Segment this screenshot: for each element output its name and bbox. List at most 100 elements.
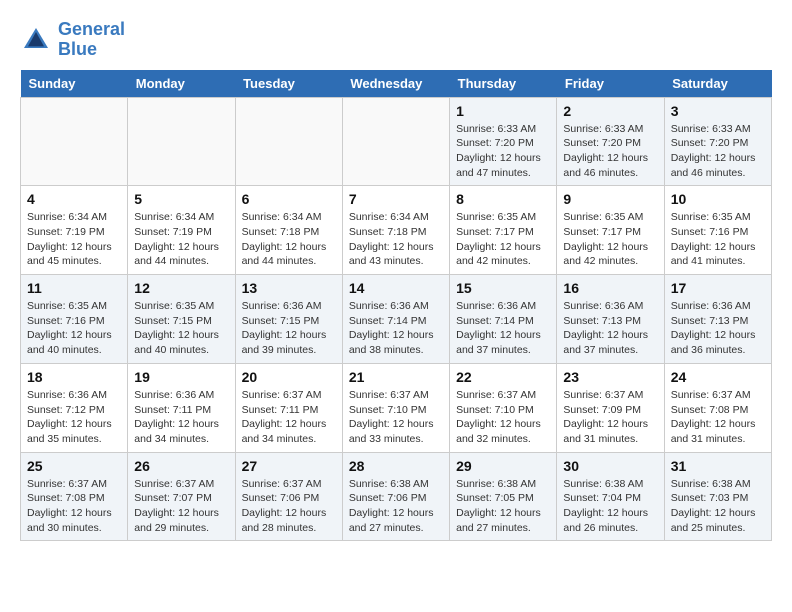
day-number: 31 bbox=[671, 458, 765, 474]
logo: General Blue bbox=[20, 20, 125, 60]
calendar-cell: 26 Sunrise: 6:37 AM Sunset: 7:07 PM Dayli… bbox=[128, 452, 235, 541]
day-info: Sunrise: 6:35 AM Sunset: 7:15 PM Dayligh… bbox=[134, 299, 228, 358]
day-info: Sunrise: 6:36 AM Sunset: 7:13 PM Dayligh… bbox=[563, 299, 657, 358]
calendar-cell: 19Sunrise: 6:36 AM Sunset: 7:11 PM Dayli… bbox=[128, 363, 235, 452]
day-number: 14 bbox=[349, 280, 443, 296]
day-info: Sunrise: 6:36 AM Sunset: 7:11 PM Dayligh… bbox=[134, 388, 228, 447]
day-number: 16 bbox=[563, 280, 657, 296]
day-info: Sunrise: 6:37 AM Sunset: 7:07 PM Dayligh… bbox=[134, 477, 228, 536]
col-header-wednesday: Wednesday bbox=[342, 70, 449, 98]
calendar-cell: 23 Sunrise: 6:37 AM Sunset: 7:09 PM Dayli… bbox=[557, 363, 664, 452]
calendar-week-row: 18 Sunrise: 6:36 AM Sunset: 7:12 PM Dayli… bbox=[21, 363, 772, 452]
day-info: Sunrise: 6:36 AM Sunset: 7:15 PM Dayligh… bbox=[242, 299, 336, 358]
day-info: Sunrise: 6:34 AM Sunset: 7:18 PM Dayligh… bbox=[242, 210, 336, 269]
day-number: 1 bbox=[456, 103, 550, 119]
col-header-friday: Friday bbox=[557, 70, 664, 98]
calendar-cell bbox=[21, 97, 128, 186]
calendar-cell: 9 Sunrise: 6:35 AM Sunset: 7:17 PM Daylig… bbox=[557, 186, 664, 275]
calendar-cell: 25Sunrise: 6:37 AM Sunset: 7:08 PM Dayli… bbox=[21, 452, 128, 541]
calendar-cell: 22Sunrise: 6:37 AM Sunset: 7:10 PM Dayli… bbox=[450, 363, 557, 452]
day-number: 3 bbox=[671, 103, 765, 119]
day-number: 28 bbox=[349, 458, 443, 474]
day-info: Sunrise: 6:33 AM Sunset: 7:20 PM Dayligh… bbox=[671, 122, 765, 181]
col-header-thursday: Thursday bbox=[450, 70, 557, 98]
calendar-cell: 17 Sunrise: 6:36 AM Sunset: 7:13 PM Dayli… bbox=[664, 275, 771, 364]
col-header-tuesday: Tuesday bbox=[235, 70, 342, 98]
day-info: Sunrise: 6:34 AM Sunset: 7:19 PM Dayligh… bbox=[134, 210, 228, 269]
logo-text: General Blue bbox=[58, 20, 125, 60]
day-info: Sunrise: 6:36 AM Sunset: 7:13 PM Dayligh… bbox=[671, 299, 765, 358]
calendar-cell: 14 Sunrise: 6:36 AM Sunset: 7:14 PM Dayli… bbox=[342, 275, 449, 364]
calendar-week-row: 4 Sunrise: 6:34 AM Sunset: 7:19 PM Daylig… bbox=[21, 186, 772, 275]
calendar-cell: 5Sunrise: 6:34 AM Sunset: 7:19 PM Daylig… bbox=[128, 186, 235, 275]
day-number: 13 bbox=[242, 280, 336, 296]
calendar-cell: 10 Sunrise: 6:35 AM Sunset: 7:16 PM Dayli… bbox=[664, 186, 771, 275]
day-info: Sunrise: 6:36 AM Sunset: 7:14 PM Dayligh… bbox=[349, 299, 443, 358]
day-info: Sunrise: 6:33 AM Sunset: 7:20 PM Dayligh… bbox=[563, 122, 657, 181]
day-info: Sunrise: 6:36 AM Sunset: 7:12 PM Dayligh… bbox=[27, 388, 121, 447]
day-number: 8 bbox=[456, 191, 550, 207]
day-info: Sunrise: 6:35 AM Sunset: 7:16 PM Dayligh… bbox=[671, 210, 765, 269]
calendar-cell: 18 Sunrise: 6:36 AM Sunset: 7:12 PM Dayli… bbox=[21, 363, 128, 452]
calendar-cell: 21Sunrise: 6:37 AM Sunset: 7:10 PM Dayli… bbox=[342, 363, 449, 452]
day-info: Sunrise: 6:37 AM Sunset: 7:09 PM Dayligh… bbox=[563, 388, 657, 447]
calendar-cell bbox=[235, 97, 342, 186]
calendar-cell: 8 Sunrise: 6:35 AM Sunset: 7:17 PM Daylig… bbox=[450, 186, 557, 275]
day-number: 24 bbox=[671, 369, 765, 385]
day-number: 17 bbox=[671, 280, 765, 296]
day-number: 9 bbox=[563, 191, 657, 207]
day-info: Sunrise: 6:35 AM Sunset: 7:17 PM Dayligh… bbox=[456, 210, 550, 269]
col-header-saturday: Saturday bbox=[664, 70, 771, 98]
calendar-cell: 29 Sunrise: 6:38 AM Sunset: 7:05 PM Dayli… bbox=[450, 452, 557, 541]
calendar-week-row: 1 Sunrise: 6:33 AM Sunset: 7:20 PM Daylig… bbox=[21, 97, 772, 186]
day-info: Sunrise: 6:37 AM Sunset: 7:08 PM Dayligh… bbox=[671, 388, 765, 447]
calendar-week-row: 25Sunrise: 6:37 AM Sunset: 7:08 PM Dayli… bbox=[21, 452, 772, 541]
calendar-cell: 12 Sunrise: 6:35 AM Sunset: 7:15 PM Dayli… bbox=[128, 275, 235, 364]
day-info: Sunrise: 6:38 AM Sunset: 7:05 PM Dayligh… bbox=[456, 477, 550, 536]
day-number: 4 bbox=[27, 191, 121, 207]
calendar-cell: 20Sunrise: 6:37 AM Sunset: 7:11 PM Dayli… bbox=[235, 363, 342, 452]
day-info: Sunrise: 6:33 AM Sunset: 7:20 PM Dayligh… bbox=[456, 122, 550, 181]
day-info: Sunrise: 6:38 AM Sunset: 7:04 PM Dayligh… bbox=[563, 477, 657, 536]
day-info: Sunrise: 6:38 AM Sunset: 7:03 PM Dayligh… bbox=[671, 477, 765, 536]
calendar-cell: 27 Sunrise: 6:37 AM Sunset: 7:06 PM Dayli… bbox=[235, 452, 342, 541]
day-info: Sunrise: 6:35 AM Sunset: 7:16 PM Dayligh… bbox=[27, 299, 121, 358]
day-number: 7 bbox=[349, 191, 443, 207]
day-number: 12 bbox=[134, 280, 228, 296]
calendar-cell: 3 Sunrise: 6:33 AM Sunset: 7:20 PM Daylig… bbox=[664, 97, 771, 186]
day-info: Sunrise: 6:38 AM Sunset: 7:06 PM Dayligh… bbox=[349, 477, 443, 536]
day-info: Sunrise: 6:35 AM Sunset: 7:17 PM Dayligh… bbox=[563, 210, 657, 269]
day-info: Sunrise: 6:37 AM Sunset: 7:06 PM Dayligh… bbox=[242, 477, 336, 536]
calendar-cell: 7Sunrise: 6:34 AM Sunset: 7:18 PM Daylig… bbox=[342, 186, 449, 275]
calendar-cell: 2 Sunrise: 6:33 AM Sunset: 7:20 PM Daylig… bbox=[557, 97, 664, 186]
day-number: 21 bbox=[349, 369, 443, 385]
calendar-table: SundayMondayTuesdayWednesdayThursdayFrid… bbox=[20, 70, 772, 542]
day-number: 27 bbox=[242, 458, 336, 474]
day-number: 15 bbox=[456, 280, 550, 296]
day-number: 30 bbox=[563, 458, 657, 474]
calendar-cell: 4Sunrise: 6:34 AM Sunset: 7:19 PM Daylig… bbox=[21, 186, 128, 275]
calendar-cell: 28 Sunrise: 6:38 AM Sunset: 7:06 PM Dayli… bbox=[342, 452, 449, 541]
day-number: 22 bbox=[456, 369, 550, 385]
day-info: Sunrise: 6:36 AM Sunset: 7:14 PM Dayligh… bbox=[456, 299, 550, 358]
day-number: 18 bbox=[27, 369, 121, 385]
day-number: 23 bbox=[563, 369, 657, 385]
calendar-cell: 11 Sunrise: 6:35 AM Sunset: 7:16 PM Dayli… bbox=[21, 275, 128, 364]
calendar-cell: 30 Sunrise: 6:38 AM Sunset: 7:04 PM Dayli… bbox=[557, 452, 664, 541]
day-number: 2 bbox=[563, 103, 657, 119]
day-number: 29 bbox=[456, 458, 550, 474]
day-number: 26 bbox=[134, 458, 228, 474]
day-number: 25 bbox=[27, 458, 121, 474]
calendar-cell: 24 Sunrise: 6:37 AM Sunset: 7:08 PM Dayli… bbox=[664, 363, 771, 452]
col-header-sunday: Sunday bbox=[21, 70, 128, 98]
day-number: 6 bbox=[242, 191, 336, 207]
logo-icon bbox=[20, 24, 52, 56]
day-number: 11 bbox=[27, 280, 121, 296]
page-header: General Blue bbox=[20, 20, 772, 60]
col-header-monday: Monday bbox=[128, 70, 235, 98]
calendar-cell bbox=[128, 97, 235, 186]
day-number: 20 bbox=[242, 369, 336, 385]
calendar-cell: 6 Sunrise: 6:34 AM Sunset: 7:18 PM Daylig… bbox=[235, 186, 342, 275]
calendar-week-row: 11 Sunrise: 6:35 AM Sunset: 7:16 PM Dayli… bbox=[21, 275, 772, 364]
day-number: 10 bbox=[671, 191, 765, 207]
